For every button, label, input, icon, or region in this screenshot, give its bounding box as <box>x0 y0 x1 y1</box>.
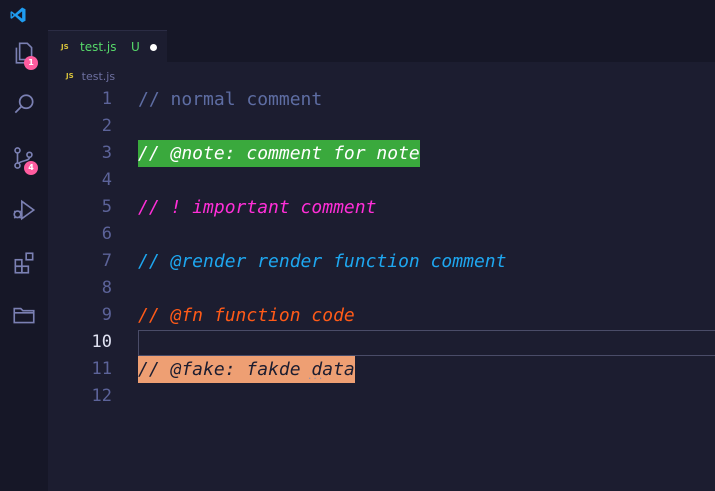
code-line: 9 // @fn function code <box>48 302 715 329</box>
line-number: 7 <box>101 251 112 271</box>
extensions-icon <box>14 252 34 274</box>
code-editor[interactable]: 1 // normal comment 2 3 // @note: commen… <box>48 86 715 491</box>
code-line: 3 // @note: comment for note <box>48 140 715 167</box>
line-number: 11 <box>91 359 112 379</box>
line-number: 2 <box>101 116 112 136</box>
folders-button[interactable] <box>9 300 39 330</box>
vscode-logo-icon[interactable] <box>9 6 27 24</box>
title-bar <box>0 0 715 30</box>
code-line: 4 <box>48 167 715 194</box>
code-line: 2 <box>48 113 715 140</box>
source-control-button[interactable]: 4 <box>9 143 39 175</box>
fn-comment[interactable]: // @fn function code <box>138 302 355 329</box>
extensions-button[interactable] <box>9 248 39 278</box>
active-line-number: 10 <box>91 332 112 352</box>
current-line-highlight[interactable] <box>138 330 715 356</box>
git-untracked-status: U <box>131 40 140 54</box>
run-debug-icon <box>13 199 36 221</box>
line-number: 8 <box>101 278 112 298</box>
code-line: 12 <box>48 383 715 410</box>
run-debug-button[interactable] <box>9 195 39 225</box>
line-number: 9 <box>101 305 112 325</box>
breadcrumb: JS test.js <box>66 69 115 83</box>
hover-hint-ellipsis[interactable]: ... <box>307 372 323 382</box>
line-number: 3 <box>101 143 112 163</box>
code-line: 11 // @fake: fakde data ... <box>48 356 715 383</box>
line-number: 1 <box>101 89 112 109</box>
editor-tab-strip: JS test.js U <box>48 30 715 62</box>
code-line: 6 <box>48 221 715 248</box>
code-line: 5 // ! important comment <box>48 194 715 221</box>
code-line: 1 // normal comment <box>48 86 715 113</box>
code-line: 7 // @render render function comment <box>48 248 715 275</box>
search-button[interactable] <box>9 90 39 120</box>
tab-filename: test.js <box>80 40 117 54</box>
important-comment[interactable]: // ! important comment <box>138 194 376 221</box>
unsaved-changes-dot-icon[interactable] <box>150 44 157 51</box>
line-number: 12 <box>91 386 112 406</box>
explorer-badge: 1 <box>24 56 38 70</box>
normal-comment[interactable]: // normal comment <box>138 86 322 113</box>
search-icon <box>14 94 34 114</box>
explorer-button[interactable]: 1 <box>9 38 39 70</box>
source-control-badge: 4 <box>24 161 38 175</box>
breadcrumb-filename[interactable]: test.js <box>82 70 115 83</box>
current-code-line: 10 <box>48 329 715 356</box>
tab-test-js[interactable]: JS test.js U <box>48 30 167 62</box>
code-line: 8 <box>48 275 715 302</box>
javascript-file-icon: JS <box>66 72 74 80</box>
note-comment[interactable]: // @note: comment for note <box>138 140 420 167</box>
javascript-file-icon: JS <box>61 43 69 51</box>
line-number: 4 <box>101 170 112 190</box>
vscode-window: 1 4 JS test.js U JS test.js 1 // normal … <box>0 0 715 491</box>
line-number: 5 <box>101 197 112 217</box>
line-number: 6 <box>101 224 112 244</box>
folder-icon <box>13 307 35 324</box>
activity-bar: 1 4 <box>0 30 48 491</box>
render-comment[interactable]: // @render render function comment <box>138 248 506 275</box>
